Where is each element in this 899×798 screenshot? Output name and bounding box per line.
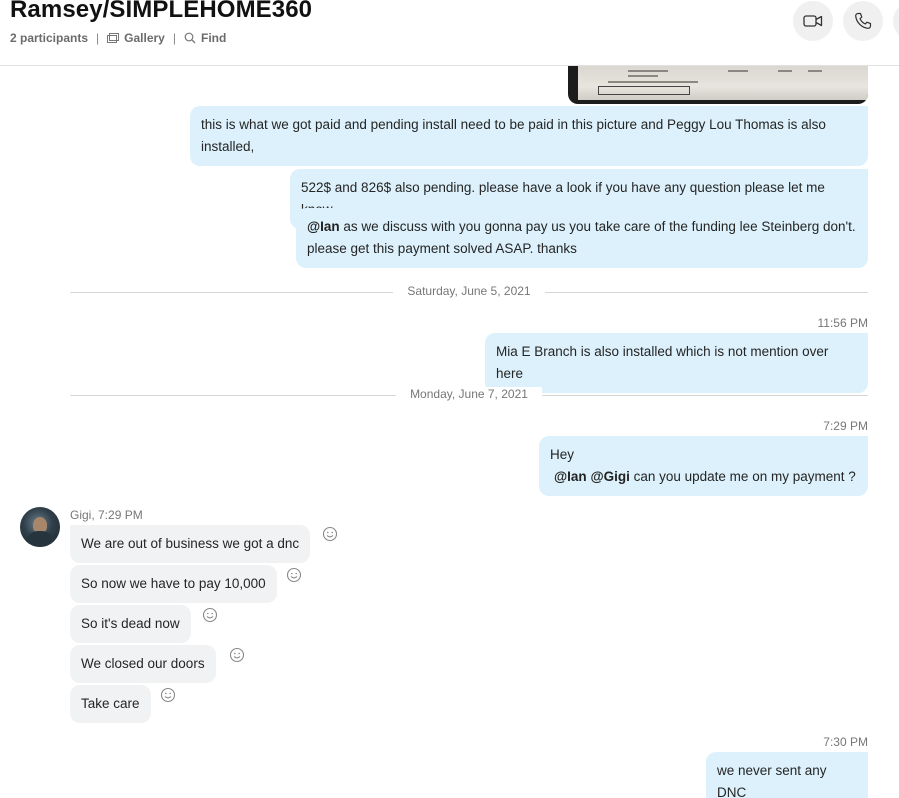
message-text: We are out of business we got a dnc xyxy=(81,536,300,551)
date-label: Saturday, June 5, 2021 xyxy=(393,284,545,298)
gallery-label: Gallery xyxy=(124,31,165,45)
outgoing-message[interactable]: Mia E Branch is also installed which is … xyxy=(485,333,868,393)
incoming-message[interactable]: So it's dead now xyxy=(70,605,191,643)
outgoing-message[interactable]: Hey @Ian @Gigi can you update me on my p… xyxy=(539,436,868,496)
message-text: Hey xyxy=(550,447,575,462)
date-label: Monday, June 7, 2021 xyxy=(396,387,542,401)
message-text: We closed our doors xyxy=(81,656,205,671)
outgoing-message[interactable]: this is what we got paid and pending ins… xyxy=(190,106,868,166)
smiley-icon[interactable] xyxy=(322,526,338,542)
message-text: Mia E Branch is also installed which is … xyxy=(496,344,829,381)
message-text: So now we have to pay 10,000 xyxy=(81,576,266,591)
highlight-box xyxy=(598,86,690,95)
incoming-message[interactable]: So now we have to pay 10,000 xyxy=(70,565,277,603)
message-text: can you update me on my payment ? xyxy=(629,469,856,484)
separator: | xyxy=(172,31,176,45)
message-text: we never sent any DNC xyxy=(717,763,827,798)
mention[interactable]: @Gigi xyxy=(590,469,629,484)
conversation-subbar: 2 participants | Gallery | Find xyxy=(10,31,226,45)
search-icon xyxy=(184,32,196,44)
incoming-message[interactable]: We are out of business we got a dnc xyxy=(70,525,311,563)
incoming-message[interactable]: We closed our doors xyxy=(70,645,216,683)
more-options-button[interactable] xyxy=(893,1,899,41)
outgoing-message[interactable]: @Ian as we discuss with you gonna pay us… xyxy=(296,208,868,268)
video-call-icon xyxy=(803,15,823,27)
message-text: this is what we got paid and pending ins… xyxy=(201,117,826,154)
gallery-icon xyxy=(107,32,120,43)
smiley-icon[interactable] xyxy=(202,607,218,623)
smiley-icon[interactable] xyxy=(229,647,245,663)
smiley-icon[interactable] xyxy=(160,687,176,703)
message-timestamp: 7:29 PM xyxy=(823,419,868,433)
avatar[interactable] xyxy=(20,507,60,547)
message-text: Take care xyxy=(81,696,140,711)
separator: | xyxy=(96,31,100,45)
message-timestamp: 7:30 PM xyxy=(823,735,868,749)
message-timestamp: 11:56 PM xyxy=(817,316,868,330)
find-label: Find xyxy=(200,31,227,45)
mention[interactable]: @Ian xyxy=(554,469,587,484)
sender-name: Gigi, 7:29 PM xyxy=(70,508,143,522)
conversation-title[interactable]: Ramsey/SIMPLEHOME360 xyxy=(10,0,312,24)
audio-call-button[interactable] xyxy=(843,1,883,41)
find-button[interactable]: Find xyxy=(184,31,226,45)
date-separator: Saturday, June 5, 2021 xyxy=(70,284,868,300)
smiley-icon[interactable] xyxy=(286,567,302,583)
video-call-button[interactable] xyxy=(793,1,833,41)
mention[interactable]: @Ian xyxy=(307,219,340,234)
gallery-button[interactable]: Gallery xyxy=(107,31,165,45)
date-separator: Monday, June 7, 2021 xyxy=(70,387,868,403)
message-list[interactable]: this is what we got paid and pending ins… xyxy=(0,66,899,798)
message-text: please get this payment solved ASAP. tha… xyxy=(307,241,577,256)
chat-header: Ramsey/SIMPLEHOME360 2 participants | Ga… xyxy=(0,0,899,66)
image-attachment[interactable] xyxy=(568,66,868,104)
message-text: as we discuss with you gonna pay us you … xyxy=(339,219,856,234)
outgoing-message[interactable]: we never sent any DNC xyxy=(706,752,868,798)
phone-icon xyxy=(855,12,872,29)
incoming-message[interactable]: Take care xyxy=(70,685,151,723)
message-text: So it's dead now xyxy=(81,616,180,631)
participants-count[interactable]: 2 participants xyxy=(10,31,88,45)
avatar-body xyxy=(26,531,54,547)
image-preview xyxy=(578,66,868,100)
